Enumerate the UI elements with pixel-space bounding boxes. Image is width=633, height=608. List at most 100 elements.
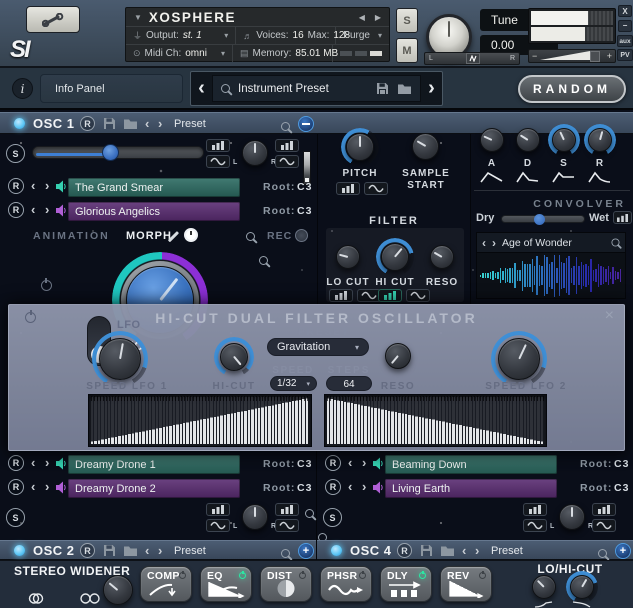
osc2-sine-button[interactable] (206, 519, 230, 532)
volume-handle[interactable] (590, 51, 600, 62)
osc1-sample2-name[interactable]: Glorious Angelics (68, 202, 240, 221)
osc4-sample2-name[interactable]: Living Earth (385, 479, 557, 498)
midi-channel-selector[interactable]: ⊙ Midi Ch: omni ▾ (126, 45, 233, 62)
next-instrument-button[interactable]: ▶ (375, 13, 381, 22)
osc2-sample2-next[interactable]: › (45, 480, 49, 493)
osc2-power-dot[interactable] (14, 545, 25, 556)
volume-minus[interactable]: − (532, 51, 537, 61)
osc1-prev-arrow[interactable]: ‹ (145, 117, 149, 130)
osc4-pan-knob[interactable] (559, 504, 585, 530)
clock-icon[interactable] (184, 228, 198, 242)
preset-prev-button[interactable]: ‹ (191, 72, 212, 105)
dry-wet-slider[interactable] (501, 215, 585, 223)
decay-envelope-icon[interactable] (516, 171, 540, 183)
eq-power-icon[interactable] (239, 572, 246, 579)
osc2-solo-button[interactable]: S (6, 508, 25, 527)
preset-next-button[interactable]: › (421, 72, 442, 105)
step-sequencer-left[interactable] (88, 394, 312, 447)
osc4-expand-button[interactable]: + (615, 543, 631, 559)
pan-slider[interactable]: L R (424, 52, 520, 65)
rev-button[interactable]: REV (440, 566, 492, 602)
preset-field[interactable]: Instrument Preset (212, 75, 421, 102)
attack-knob[interactable] (480, 128, 504, 152)
osc2-sample2-r[interactable]: R (8, 479, 24, 495)
osc1-save-icon[interactable] (103, 117, 116, 130)
comp-power-icon[interactable] (179, 572, 186, 579)
osc2-sample1-next[interactable]: › (45, 456, 49, 469)
random-button[interactable]: RANDOM (518, 75, 626, 103)
info-panel-box[interactable]: Info Panel (40, 74, 183, 103)
dry-wet-handle[interactable] (534, 214, 545, 225)
osc2-pan-knob[interactable] (242, 504, 268, 530)
osc1-volume-slider[interactable] (32, 146, 204, 159)
volume-slider[interactable]: − + (528, 49, 616, 63)
osc4-bars-button-2[interactable] (592, 503, 616, 516)
release-knob[interactable] (588, 128, 612, 152)
dist-power-icon[interactable] (299, 572, 306, 579)
osc2-folder-icon[interactable] (123, 545, 138, 557)
osc1-sample1-next[interactable]: › (45, 179, 49, 192)
purge-menu[interactable]: Purge ▾ (336, 27, 389, 44)
osc4-sine-button[interactable] (523, 519, 547, 532)
overlay-reso-knob[interactable] (385, 343, 411, 369)
osc2-bars-button-2[interactable] (275, 503, 299, 516)
osc2-sine-button-2[interactable] (275, 519, 299, 532)
osc1-bars-button-2[interactable] (275, 139, 299, 152)
master-hi-cut-knob[interactable] (570, 575, 594, 599)
osc4-sample1-name[interactable]: Beaming Down (385, 455, 557, 474)
hi-cut-knob[interactable] (381, 243, 409, 271)
pitch-sine-button[interactable] (364, 182, 388, 195)
osc1-collapse-button[interactable] (298, 116, 314, 132)
root-value[interactable]: C3 (297, 181, 312, 193)
ir-prev-arrow[interactable]: ‹ (482, 237, 486, 249)
sample-start-knob[interactable] (412, 133, 439, 160)
osc4-save-icon[interactable] (420, 544, 433, 557)
osc1-sample1-r[interactable]: R (8, 178, 24, 194)
comp-button[interactable]: COMP (140, 566, 192, 602)
ir-next-arrow[interactable]: › (492, 237, 496, 249)
phsr-power-icon[interactable] (359, 572, 366, 579)
mute-button[interactable]: M (396, 38, 418, 63)
info-icon[interactable]: i (12, 78, 33, 99)
osc2-sample1-r[interactable]: R (8, 455, 24, 471)
osc1-sample1-search[interactable] (246, 232, 255, 241)
osc2-search-icon[interactable] (281, 549, 290, 558)
root-value[interactable]: C3 (297, 482, 312, 494)
root-value[interactable]: C3 (297, 458, 312, 470)
osc1-sample2-r[interactable]: R (8, 202, 24, 218)
step-sequencer-right[interactable] (324, 394, 547, 447)
lo-cut-knob[interactable] (336, 245, 360, 269)
osc2-sample1-name[interactable]: Dreamy Drone 1 (68, 455, 240, 474)
osc1-solo-button[interactable]: S (6, 144, 25, 163)
osc4-sample1-r[interactable]: R (325, 455, 341, 471)
speed-lfo1-knob[interactable] (99, 338, 141, 380)
osc1-sine-button[interactable] (206, 155, 230, 168)
ir-search-icon[interactable] (611, 238, 619, 246)
osc1-sample2-prev[interactable]: ‹ (31, 203, 35, 216)
dist-button[interactable]: DIST (260, 566, 312, 602)
osc2-sample1-prev[interactable]: ‹ (31, 456, 35, 469)
osc4-sample2-prev[interactable]: ‹ (348, 480, 352, 493)
overlay-preset-dropdown[interactable]: Gravitation ▾ (267, 338, 369, 356)
animation-power-icon[interactable] (41, 280, 52, 291)
root-value[interactable]: C3 (614, 482, 629, 494)
osc1-next-arrow[interactable]: › (158, 117, 162, 130)
osc1-bars-button[interactable] (206, 139, 230, 152)
root-value[interactable]: C3 (297, 205, 312, 217)
osc4-bars-button[interactable] (523, 503, 547, 516)
output-selector[interactable]: ⏚ Output: st. 1 ▾ (126, 27, 236, 44)
lo-cut-bars-button[interactable] (329, 289, 353, 302)
window-close-button[interactable]: X (618, 5, 632, 17)
osc2-sample2-prev[interactable]: ‹ (31, 480, 35, 493)
window-minimize-button[interactable]: − (618, 20, 632, 32)
osc2-r-button[interactable]: R (80, 543, 95, 558)
osc1-sample1-prev[interactable]: ‹ (31, 179, 35, 192)
overlay-close-button[interactable]: × (605, 307, 614, 325)
release-envelope-icon[interactable] (588, 171, 612, 183)
osc1-sample2-search[interactable] (259, 256, 268, 265)
prev-instrument-button[interactable]: ◀ (359, 13, 365, 22)
osc2-preset-label[interactable]: Preset (174, 545, 206, 557)
pitch-bars-button[interactable] (336, 182, 360, 195)
osc4-sample1-prev[interactable]: ‹ (348, 456, 352, 469)
osc2-prev-arrow[interactable]: ‹ (145, 544, 149, 557)
